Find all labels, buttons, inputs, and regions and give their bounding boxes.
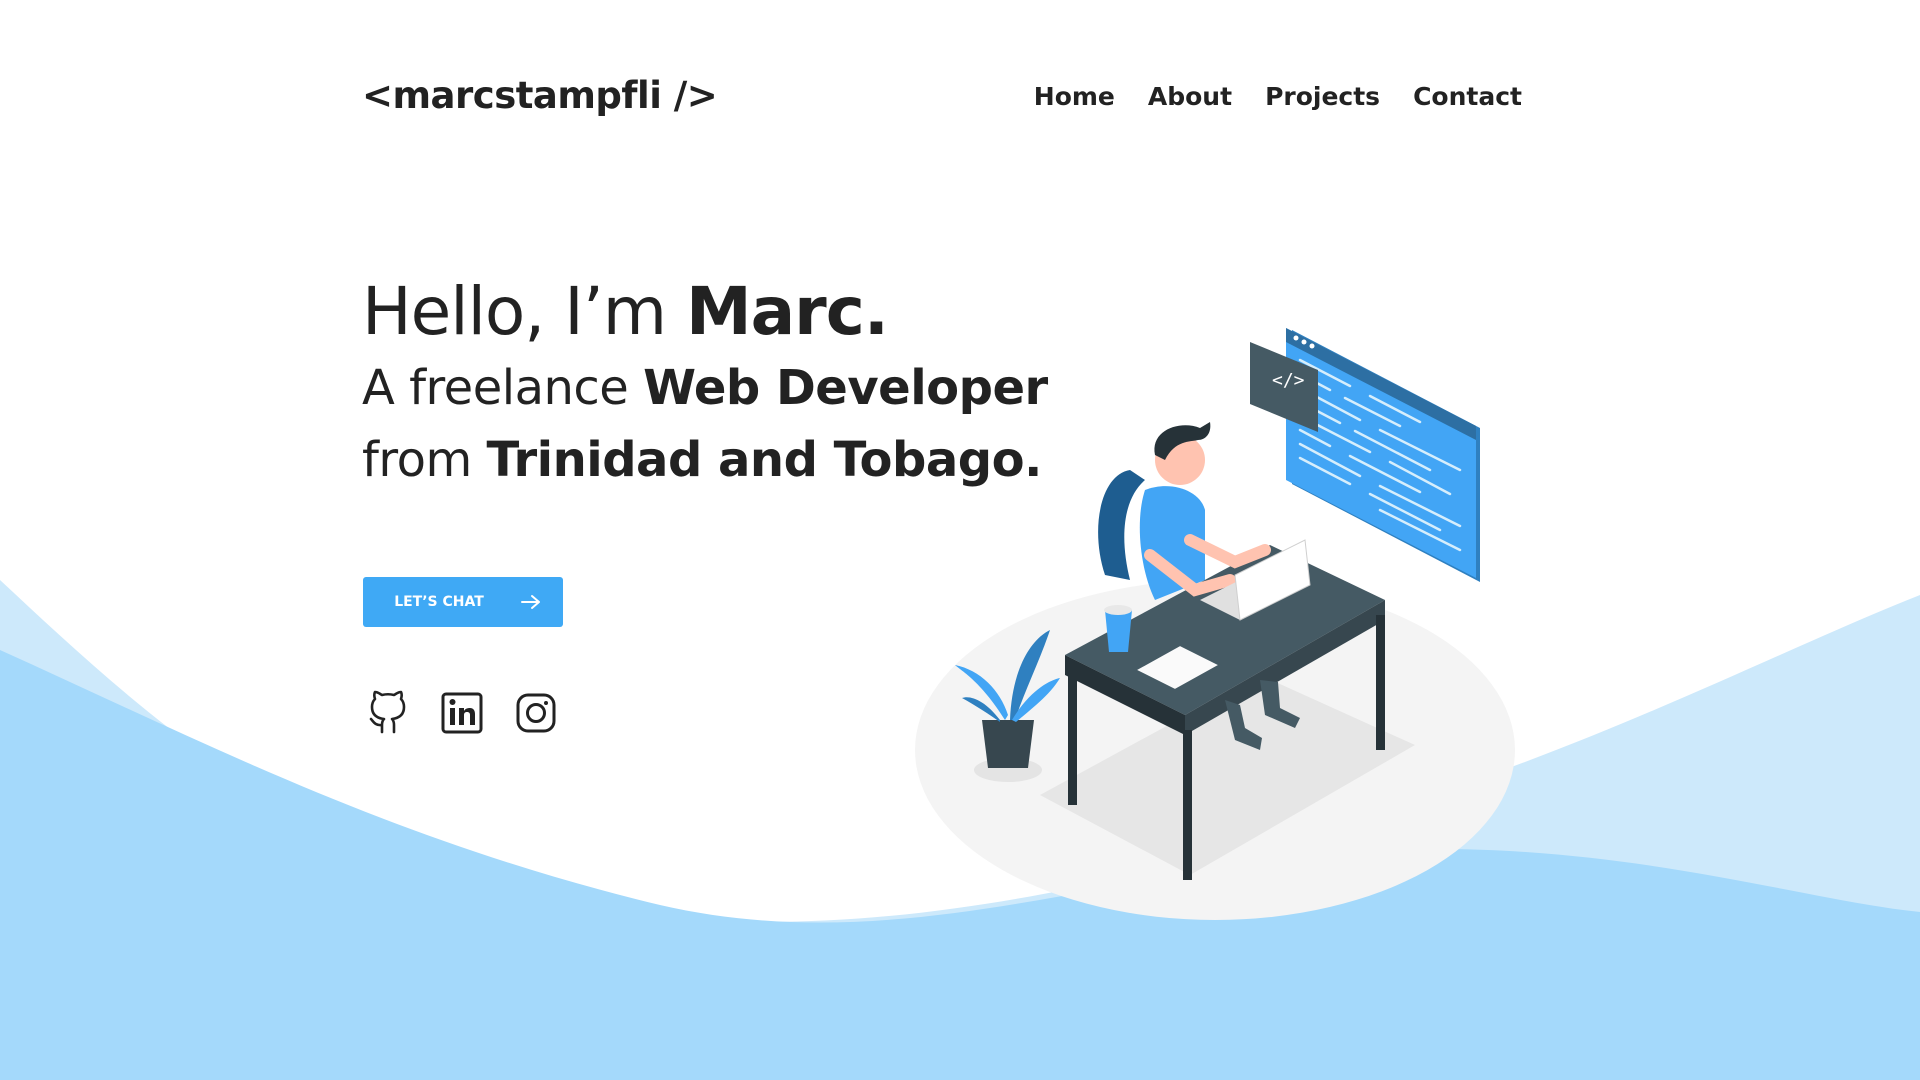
hero-location: from Trinidad and Tobago. bbox=[362, 424, 1048, 496]
hero-greeting: Hello, I’m Marc. bbox=[362, 272, 1048, 352]
instagram-icon[interactable] bbox=[514, 688, 558, 736]
hero-location-country: Trinidad and Tobago. bbox=[486, 432, 1042, 488]
svg-text:</>: </> bbox=[1272, 370, 1305, 391]
nav-about[interactable]: About bbox=[1148, 82, 1232, 111]
hero-greeting-light: Hello, I’m bbox=[362, 273, 686, 350]
site-logo[interactable]: <marcstampfli /> bbox=[362, 74, 718, 117]
hero-greeting-name: Marc. bbox=[685, 273, 889, 350]
lets-chat-label: LET’S CHAT bbox=[394, 594, 484, 610]
main-nav: Home About Projects Contact bbox=[1034, 82, 1522, 111]
hero-text: Hello, I’m Marc. A freelance Web Develop… bbox=[362, 272, 1048, 496]
hero-role: A freelance Web Developer bbox=[362, 352, 1048, 424]
arrow-right-icon bbox=[520, 595, 540, 609]
nav-projects[interactable]: Projects bbox=[1265, 82, 1380, 111]
nav-contact[interactable]: Contact bbox=[1413, 82, 1522, 111]
hero-role-light: A freelance bbox=[362, 360, 644, 416]
landing-page: <marcstampfli /> Home About Projects Con… bbox=[0, 0, 1920, 1080]
hero-location-light: from bbox=[362, 432, 487, 488]
hero-role-title: Web Developer bbox=[643, 360, 1048, 416]
github-icon[interactable] bbox=[366, 688, 410, 736]
chair-graphic bbox=[1098, 470, 1145, 580]
code-window-graphic: </> bbox=[1250, 328, 1480, 582]
social-links bbox=[366, 688, 558, 736]
linkedin-icon[interactable] bbox=[440, 688, 484, 736]
lets-chat-button[interactable]: LET’S CHAT bbox=[363, 577, 563, 627]
nav-home[interactable]: Home bbox=[1034, 82, 1115, 111]
